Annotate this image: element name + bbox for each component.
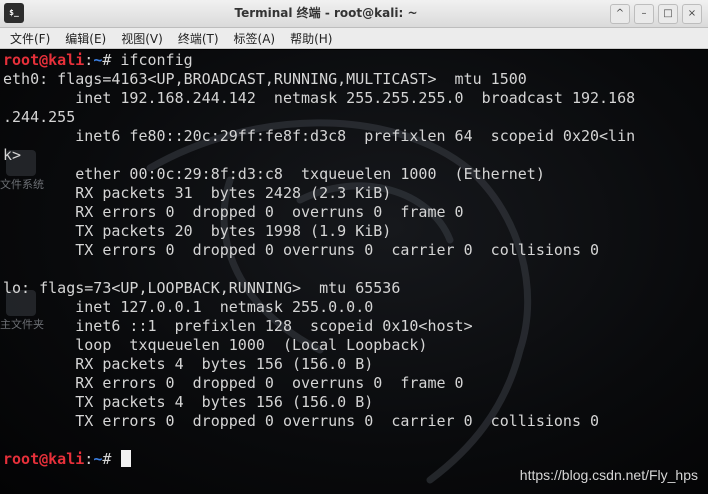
menu-help[interactable]: 帮助(H) [290,30,332,47]
window-controls: ^ – □ × [610,4,702,24]
prompt-user: root@kali [3,450,85,468]
output-line: inet 127.0.0.1 netmask 255.0.0.0 [3,298,374,316]
output-line: lo: flags=73<UP,LOOPBACK,RUNNING> mtu 65… [3,279,401,297]
command-line: root@kali:~# ifconfig [3,51,635,70]
prompt-symbol: # [102,450,112,468]
output-line: RX packets 31 bytes 2428 (2.3 KiB) [3,184,392,202]
output-line: ether 00:0c:29:8f:d3:c8 txqueuelen 1000 … [3,165,545,183]
output-line: TX packets 4 bytes 156 (156.0 B) [3,393,374,411]
minimize-icon[interactable]: – [634,4,654,24]
prompt-path: ~ [93,51,103,69]
title-bar: $_ Terminal 终端 - root@kali: ~ ^ – □ × [0,0,708,28]
output-line: TX errors 0 dropped 0 overruns 0 carrier… [3,241,600,259]
output-line: loop txqueuelen 1000 (Local Loopback) [3,336,428,354]
output-line: eth0: flags=4163<UP,BROADCAST,RUNNING,MU… [3,70,527,88]
menu-view[interactable]: 视图(V) [121,30,163,47]
close-icon[interactable]: × [682,4,702,24]
shade-icon[interactable]: ^ [610,4,630,24]
output-line: RX errors 0 dropped 0 overruns 0 frame 0 [3,374,464,392]
output-line: inet6 ::1 prefixlen 128 scopeid 0x10<hos… [3,317,473,335]
output-line: k> [3,146,22,164]
output-line: RX packets 4 bytes 156 (156.0 B) [3,355,374,373]
output-line: inet 192.168.244.142 netmask 255.255.255… [3,89,636,107]
output-line: .244.255 [3,108,76,126]
output-line: RX errors 0 dropped 0 overruns 0 frame 0 [3,203,464,221]
window-title: Terminal 终端 - root@kali: ~ [234,6,418,20]
blog-watermark: https://blog.csdn.net/Fly_hps [519,467,698,483]
output-line: inet6 fe80::20c:29ff:fe8f:d3c8 prefixlen… [3,127,636,145]
terminal-output: root@kali:~# ifconfig eth0: flags=4163<U… [3,51,635,469]
text-cursor [121,450,132,467]
prompt-path: ~ [93,450,103,468]
output-line: TX errors 0 dropped 0 overruns 0 carrier… [3,412,600,430]
prompt-user: root@kali [3,51,85,69]
prompt-colon: : [84,450,94,468]
menu-bar: 文件(F) 编辑(E) 视图(V) 终端(T) 标签(A) 帮助(H) [0,28,708,49]
menu-edit[interactable]: 编辑(E) [65,30,106,47]
output-line: TX packets 20 bytes 1998 (1.9 KiB) [3,222,392,240]
menu-file[interactable]: 文件(F) [10,30,50,47]
command-text: ifconfig [111,51,193,69]
maximize-icon[interactable]: □ [658,4,678,24]
menu-tabs[interactable]: 标签(A) [234,30,276,47]
menu-terminal[interactable]: 终端(T) [178,30,219,47]
terminal-area[interactable]: 文件系统 主文件夹 root@kali:~# ifconfig eth0: fl… [0,50,708,494]
prompt-colon: : [84,51,94,69]
